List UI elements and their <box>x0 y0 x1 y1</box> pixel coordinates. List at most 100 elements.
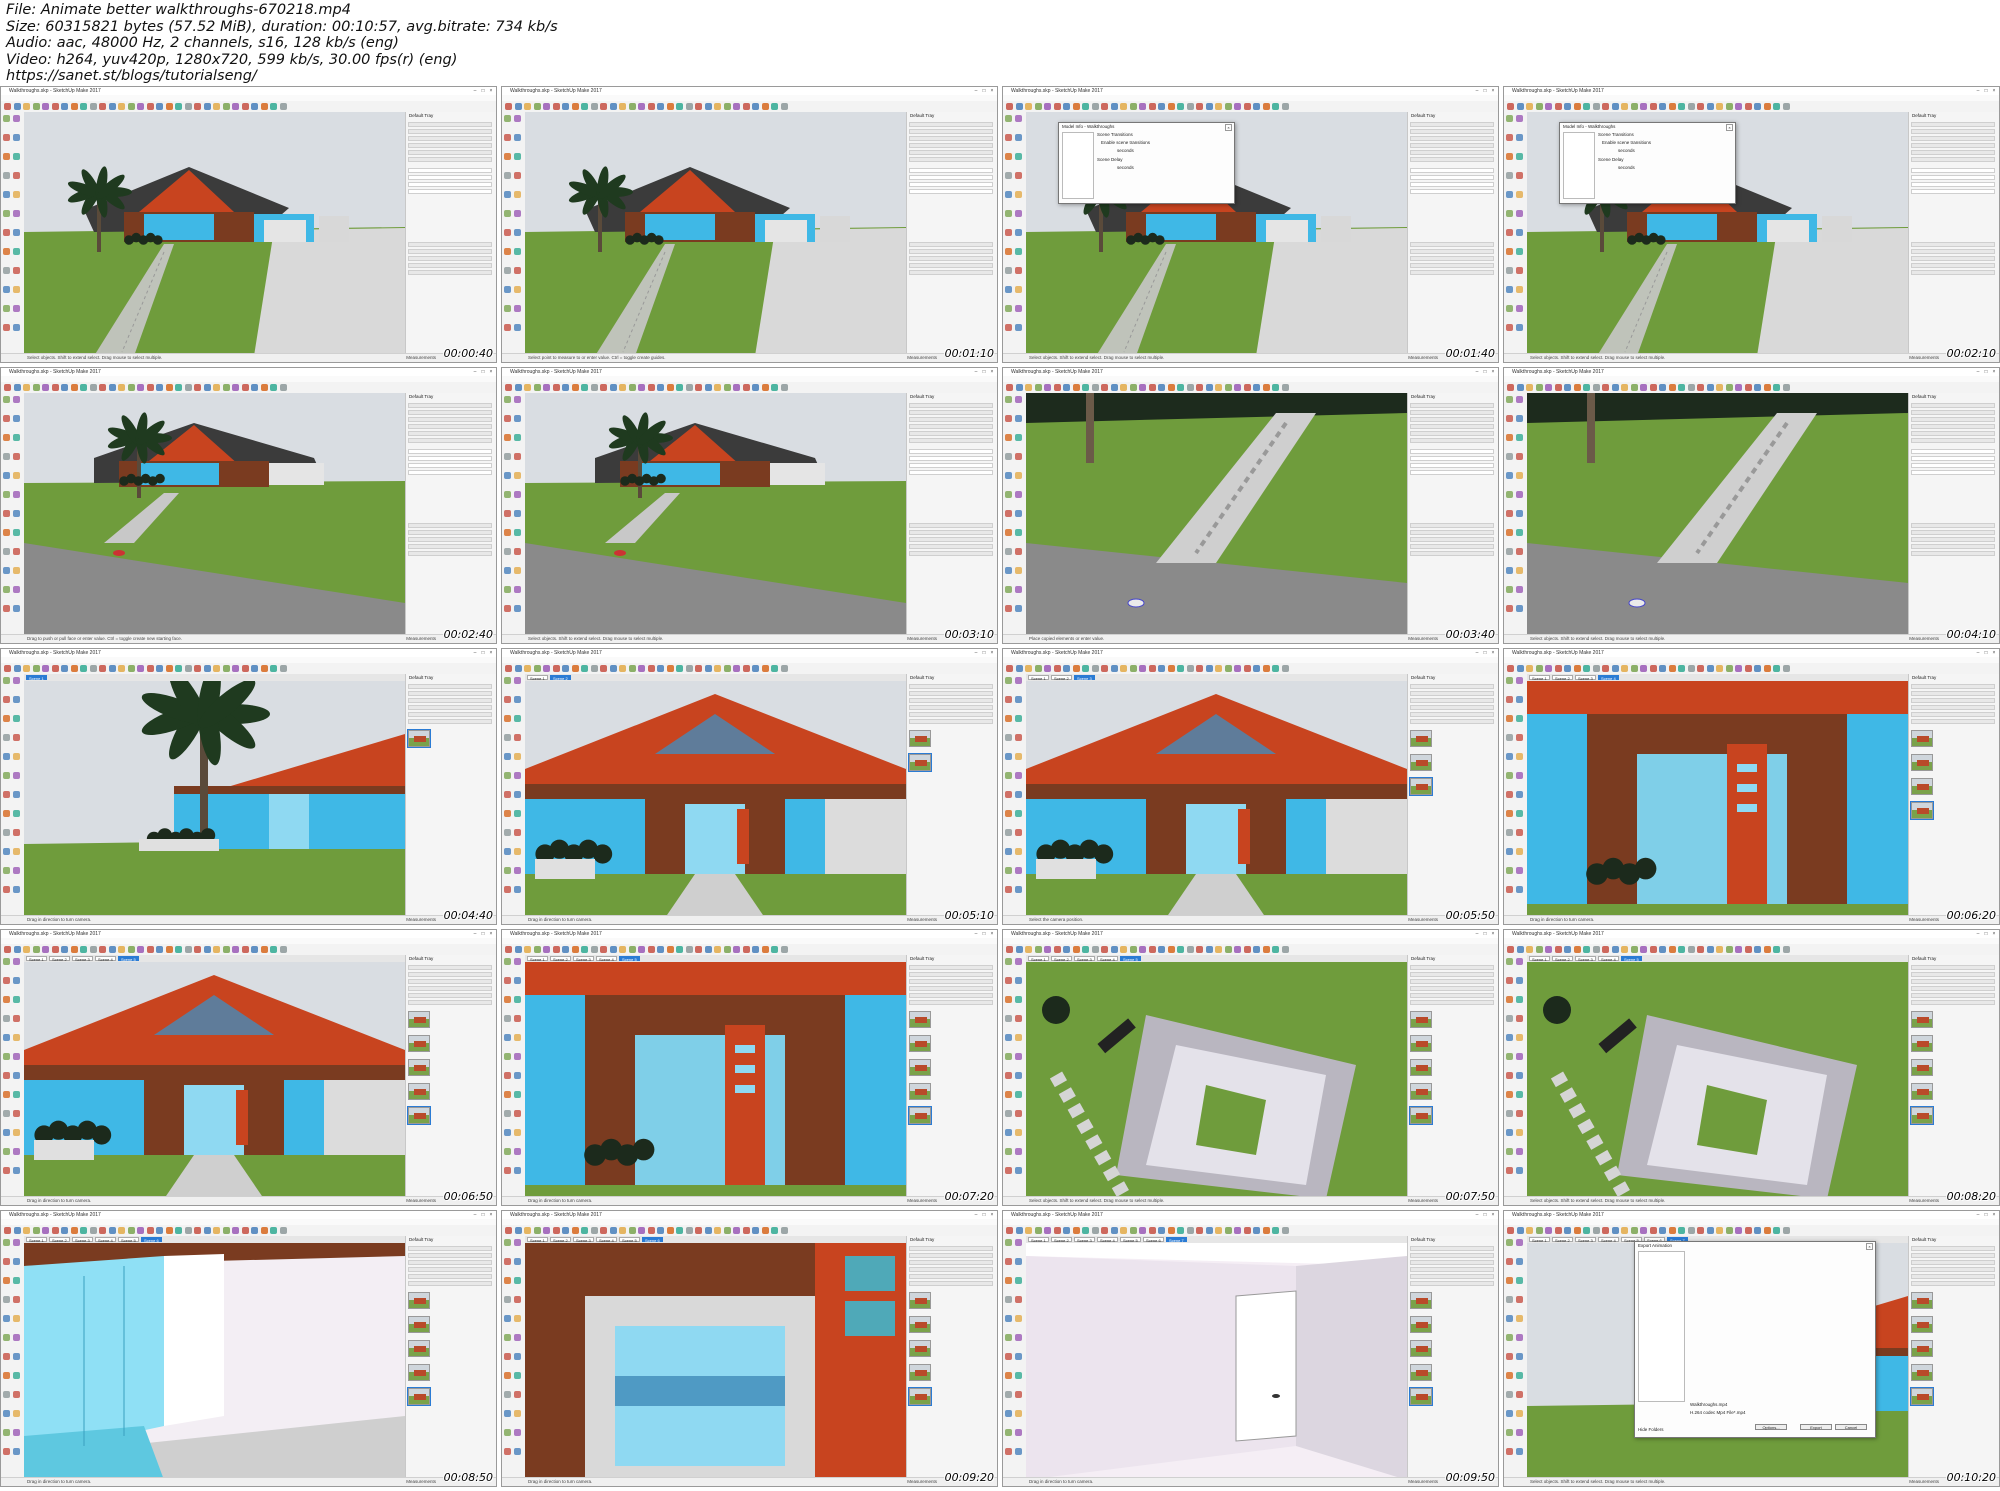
drawing-tool-icon[interactable] <box>13 472 20 479</box>
drawing-tool-icon[interactable] <box>1015 1129 1022 1136</box>
drawing-tool-icon[interactable] <box>13 1448 20 1455</box>
toolbar-tool-icon[interactable] <box>1716 665 1723 672</box>
scene-thumbnail[interactable] <box>1911 754 1933 771</box>
scene-tab[interactable]: Scene 4 <box>95 1237 116 1243</box>
scene-thumbnail[interactable] <box>1409 1106 1433 1125</box>
toolbar-tool-icon[interactable] <box>1516 665 1524 672</box>
toolbar-tool-icon[interactable] <box>1716 384 1723 391</box>
toolbar-tool-icon[interactable] <box>1281 103 1289 110</box>
toolbar-tool-icon[interactable] <box>175 946 182 953</box>
toolbar-tool-icon[interactable] <box>638 103 645 110</box>
toolbar-tool-icon[interactable] <box>1573 103 1581 110</box>
tray-section-header[interactable] <box>909 417 993 422</box>
scene-thumbnail[interactable] <box>1911 1340 1933 1357</box>
toolbar-tool-icon[interactable] <box>1763 103 1771 110</box>
drawing-tool-icon[interactable] <box>3 791 10 798</box>
toolbar-tool-icon[interactable] <box>571 946 579 953</box>
drawing-tool-icon[interactable] <box>13 229 20 236</box>
drawing-tool-icon[interactable] <box>1506 229 1513 236</box>
toolbar-tool-icon[interactable] <box>1110 665 1118 672</box>
toolbar-tool-icon[interactable] <box>714 1227 721 1234</box>
drawing-tool-icon[interactable] <box>1005 1167 1012 1174</box>
drawing-tool-icon[interactable] <box>13 1429 20 1436</box>
tray-section-header[interactable] <box>1911 129 1995 134</box>
tray-section-header[interactable] <box>1410 719 1494 724</box>
toolbar-tool-icon[interactable] <box>1573 665 1581 672</box>
toolbar-tool-icon[interactable] <box>638 384 645 391</box>
maximize-button[interactable]: □ <box>1983 1212 1989 1218</box>
toolbar-tool-icon[interactable] <box>771 665 778 672</box>
drawing-tool-icon[interactable] <box>514 396 521 403</box>
toolbar-tool-icon[interactable] <box>175 1227 182 1234</box>
drawing-tool-icon[interactable] <box>504 753 511 760</box>
toolbar-tool-icon[interactable] <box>704 946 712 953</box>
layer-row[interactable] <box>909 456 993 461</box>
scene-tab[interactable]: Scene 3 <box>1074 675 1095 681</box>
scene-tab[interactable]: Scene 2 <box>550 956 571 962</box>
toolbar-tool-icon[interactable] <box>1082 384 1089 391</box>
drawing-tool-icon[interactable] <box>1506 1448 1513 1455</box>
drawing-tool-icon[interactable] <box>1506 1353 1513 1360</box>
drawing-tool-icon[interactable] <box>1516 791 1523 798</box>
drawing-tool-icon[interactable] <box>1516 115 1523 122</box>
drawing-tool-icon[interactable] <box>3 772 10 779</box>
toolbar-tool-icon[interactable] <box>1053 103 1061 110</box>
toolbar-tool-icon[interactable] <box>733 103 740 110</box>
tray-section-header[interactable] <box>1911 972 1995 977</box>
toolbar-tool-icon[interactable] <box>1053 665 1061 672</box>
toolbar-tool-icon[interactable] <box>279 384 287 391</box>
drawing-tool-icon[interactable] <box>514 715 521 722</box>
toolbar-tool-icon[interactable] <box>165 103 173 110</box>
toolbar-tool-icon[interactable] <box>1678 665 1685 672</box>
drawing-tool-icon[interactable] <box>13 305 20 312</box>
toolbar-tool-icon[interactable] <box>733 384 740 391</box>
toolbar-tool-icon[interactable] <box>619 103 626 110</box>
drawing-tool-icon[interactable] <box>1005 696 1012 703</box>
drawing-tool-icon[interactable] <box>514 1015 521 1022</box>
toolbar-tool-icon[interactable] <box>723 946 731 953</box>
toolbar-tool-icon[interactable] <box>723 384 731 391</box>
drawing-tool-icon[interactable] <box>504 153 511 160</box>
minimize-button[interactable]: – <box>1975 88 1981 94</box>
toolbar-tool-icon[interactable] <box>1006 665 1013 672</box>
toolbar-tool-icon[interactable] <box>590 665 598 672</box>
tray-section-header[interactable] <box>909 270 993 275</box>
drawing-tool-icon[interactable] <box>1506 1239 1513 1246</box>
drawing-tool-icon[interactable] <box>1005 510 1012 517</box>
toolbar-tool-icon[interactable] <box>562 103 569 110</box>
scene-render[interactable] <box>1527 955 1908 1197</box>
drawing-tool-icon[interactable] <box>1516 434 1523 441</box>
drawing-tool-icon[interactable] <box>13 1091 20 1098</box>
drawing-tool-icon[interactable] <box>3 586 10 593</box>
scene-thumbnail[interactable] <box>1911 1059 1933 1076</box>
drawing-tool-icon[interactable] <box>1506 1110 1513 1117</box>
drawing-tool-icon[interactable] <box>1015 1167 1022 1174</box>
toolbar-tool-icon[interactable] <box>771 946 778 953</box>
toolbar-tool-icon[interactable] <box>70 665 78 672</box>
toolbar-tool-icon[interactable] <box>1072 665 1080 672</box>
toolbar-tool-icon[interactable] <box>213 946 220 953</box>
toolbar-tool-icon[interactable] <box>1763 946 1771 953</box>
drawing-tool-icon[interactable] <box>504 567 511 574</box>
toolbar-tool-icon[interactable] <box>1224 384 1232 391</box>
drawing-tool-icon[interactable] <box>1506 586 1513 593</box>
scene-render[interactable] <box>525 955 906 1197</box>
toolbar-tool-icon[interactable] <box>118 384 125 391</box>
scene-render[interactable] <box>24 393 405 635</box>
drawing-tool-icon[interactable] <box>514 210 521 217</box>
toolbar-tool-icon[interactable] <box>1782 665 1790 672</box>
drawing-tool-icon[interactable] <box>1005 191 1012 198</box>
drawing-tool-icon[interactable] <box>13 772 20 779</box>
drawing-tool-icon[interactable] <box>3 1353 10 1360</box>
drawing-tool-icon[interactable] <box>1005 1353 1012 1360</box>
tray-section-header[interactable] <box>1410 129 1494 134</box>
drawing-tool-icon[interactable] <box>504 548 511 555</box>
toolbar-tool-icon[interactable] <box>1243 665 1251 672</box>
toolbar-tool-icon[interactable] <box>156 946 163 953</box>
drawing-tool-icon[interactable] <box>514 829 521 836</box>
drawing-tool-icon[interactable] <box>1005 829 1012 836</box>
toolbar-tool-icon[interactable] <box>1063 103 1070 110</box>
drawing-tool-icon[interactable] <box>13 191 20 198</box>
toolbar-tool-icon[interactable] <box>1592 665 1600 672</box>
tray-section-header[interactable] <box>408 1246 492 1251</box>
